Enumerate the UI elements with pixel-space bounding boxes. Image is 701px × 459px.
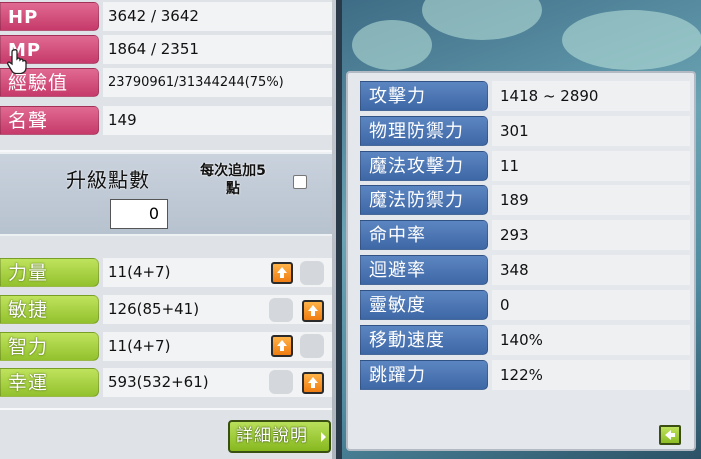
- detail-stat-label: 迴避率: [360, 255, 488, 285]
- detail-stat-value: 301: [492, 116, 690, 146]
- window-border: [332, 0, 336, 459]
- detail-stat-label: 魔法攻擊力: [360, 151, 488, 181]
- stat-value: 11(4+7): [103, 332, 332, 361]
- stat-value: 593(532+61): [103, 368, 332, 397]
- detail-stat-row: 跳躍力 122%: [360, 360, 690, 390]
- detail-stat-row: 魔法攻擊力 11: [360, 151, 690, 181]
- auto-assign-label: 每次追加5 點: [183, 162, 283, 198]
- button-slot: [300, 334, 324, 358]
- stat-label: 敏捷: [0, 295, 99, 324]
- increase-dex-button[interactable]: [302, 300, 324, 322]
- button-slot: [269, 298, 293, 322]
- stat-row-exp: 經驗值 23790961/31344244(75%): [0, 66, 332, 99]
- detail-stat-value: 348: [492, 255, 690, 285]
- detail-stat-label: 靈敏度: [360, 290, 488, 320]
- arrow-right-icon: [321, 432, 326, 442]
- detail-stat-row: 命中率 293: [360, 220, 690, 250]
- detail-stat-value: 0: [492, 290, 690, 320]
- stat-value: 3642 / 3642: [103, 2, 332, 31]
- ability-points-value: 0: [110, 199, 168, 229]
- detail-stat-value: 140%: [492, 325, 690, 355]
- detail-stat-label: 物理防禦力: [360, 116, 488, 146]
- background-foliage: [562, 10, 701, 70]
- detail-stat-row: 物理防禦力 301: [360, 116, 690, 146]
- detail-button[interactable]: 詳細說明: [228, 420, 331, 453]
- increase-luk-button[interactable]: [302, 372, 324, 394]
- detail-stat-label: 跳躍力: [360, 360, 488, 390]
- stat-label: 名聲: [0, 106, 99, 135]
- collapse-button[interactable]: [659, 425, 681, 445]
- button-slot: [269, 370, 293, 394]
- detail-stat-row: 攻擊力 1418 ~ 2890: [360, 81, 690, 111]
- hand-cursor-icon: [7, 49, 27, 74]
- detail-stat-label: 魔法防禦力: [360, 185, 488, 215]
- auto-assign-checkbox[interactable]: [293, 175, 307, 189]
- stat-row-mp: MP 1864 / 2351: [0, 33, 332, 66]
- stat-label: 力量: [0, 258, 99, 287]
- button-slot: [300, 261, 324, 285]
- divider: [0, 408, 332, 410]
- auto-assign-label-line1: 每次追加5: [200, 163, 266, 179]
- detail-stat-value: 189: [492, 185, 690, 215]
- detail-stat-value: 293: [492, 220, 690, 250]
- stat-value: 1864 / 2351: [103, 35, 332, 64]
- detail-stat-row: 靈敏度 0: [360, 290, 690, 320]
- stat-value: 23790961/31344244(75%): [103, 68, 332, 97]
- stat-label: HP: [0, 2, 99, 31]
- detail-button-label: 詳細說明: [236, 426, 308, 446]
- background-foliage: [352, 20, 432, 70]
- detail-stat-label: 攻擊力: [360, 81, 488, 111]
- increase-int-button[interactable]: [271, 335, 293, 357]
- stat-value: 11(4+7): [103, 258, 332, 287]
- detail-stat-window: 攻擊力 1418 ~ 2890 物理防禦力 301 魔法攻擊力 11 魔法防禦力…: [346, 71, 696, 451]
- auto-assign-label-line2: 點: [226, 181, 240, 197]
- stat-window: HP 3642 / 3642 MP 1864 / 2351 經驗值 237909…: [0, 0, 336, 459]
- detail-stat-row: 迴避率 348: [360, 255, 690, 285]
- divider: [0, 150, 332, 152]
- stat-value: 149: [103, 106, 332, 135]
- detail-stat-value: 122%: [492, 360, 690, 390]
- stat-row-fame: 名聲 149: [0, 104, 332, 137]
- detail-stat-row: 魔法防禦力 189: [360, 185, 690, 215]
- detail-stat-value: 1418 ~ 2890: [492, 81, 690, 111]
- detail-stat-value: 11: [492, 151, 690, 181]
- detail-stat-label: 命中率: [360, 220, 488, 250]
- ability-points-title: 升級點數: [66, 168, 150, 192]
- increase-str-button[interactable]: [271, 262, 293, 284]
- stat-value: 126(85+41): [103, 295, 332, 324]
- stat-label: 幸運: [0, 368, 99, 397]
- detail-stat-row: 移動速度 140%: [360, 325, 690, 355]
- stat-label: 智力: [0, 332, 99, 361]
- background-foliage: [422, 0, 542, 40]
- detail-stat-label: 移動速度: [360, 325, 488, 355]
- stat-row-hp: HP 3642 / 3642: [0, 0, 332, 33]
